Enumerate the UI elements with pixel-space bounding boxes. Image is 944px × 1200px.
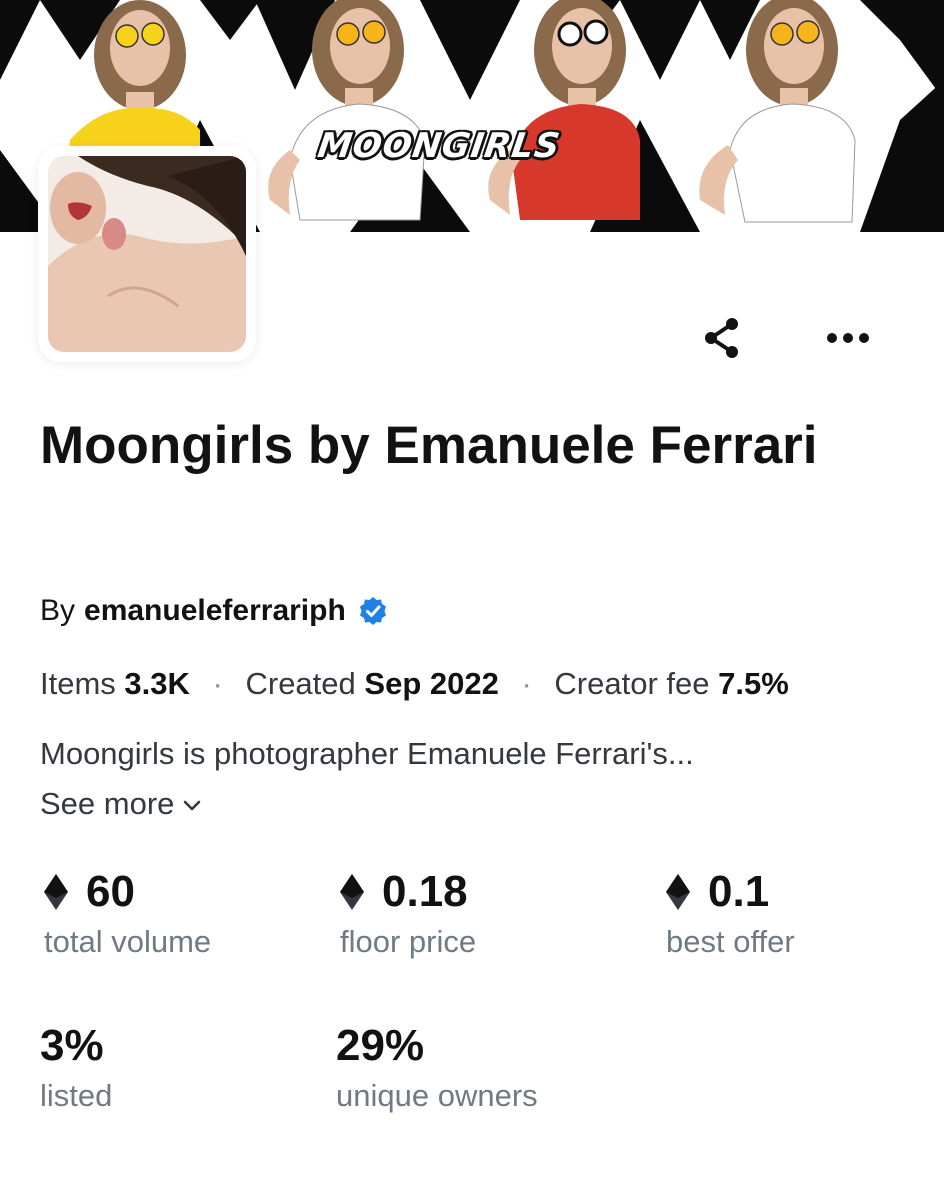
collection-title: Moongirls by Emanuele Ferrari [40,416,818,475]
share-button[interactable] [698,314,746,362]
creator-link[interactable]: emanueleferrariph [84,594,346,628]
stat-value: 0.1 [708,867,770,916]
collection-avatar [38,146,256,362]
ethereum-icon [666,874,690,911]
created-value: Sep 2022 [364,666,499,701]
stat-value: 29% [336,1021,425,1070]
creator-fee-label: Creator fee [554,666,710,701]
stat-unique-owners: 29% unique owners [336,1021,538,1114]
stat-label: total volume [44,924,212,960]
stat-value: 3% [40,1021,104,1070]
avatar-image [48,156,246,352]
separator: · [521,666,532,701]
stat-label: unique owners [336,1078,538,1114]
creator-byline: By emanueleferrariph [40,594,388,628]
stat-value: 60 [86,867,135,916]
creator-fee-value: 7.5% [718,666,789,701]
more-horizontal-icon [827,333,869,343]
more-options-button[interactable] [822,314,874,362]
stat-best-offer: 0.1 best offer [666,867,795,960]
ethereum-icon [340,874,364,911]
see-more-label: See more [40,786,175,821]
created-label: Created [245,666,356,701]
stat-label: listed [40,1078,113,1114]
stat-label: floor price [340,924,477,960]
separator: · [212,666,223,701]
share-icon [705,318,738,358]
see-more-button[interactable]: See more [40,786,202,822]
chevron-down-icon [184,800,201,811]
banner-logo: MOONGIRLS [315,126,563,166]
stat-value: 0.18 [382,867,468,916]
items-value: 3.3K [124,666,190,701]
collection-description: Moongirls is photographer Emanuele Ferra… [40,736,694,771]
stat-listed: 3% listed [40,1021,113,1114]
verified-badge-icon [358,596,388,626]
items-label: Items [40,666,116,701]
collection-meta: Items 3.3K · Created Sep 2022 · Creator … [40,666,789,702]
stat-floor-price: 0.18 floor price [340,867,477,960]
stat-label: best offer [666,924,795,960]
ethereum-icon [44,874,68,911]
by-label: By [40,594,76,627]
stat-total-volume: 60 total volume [44,867,212,960]
